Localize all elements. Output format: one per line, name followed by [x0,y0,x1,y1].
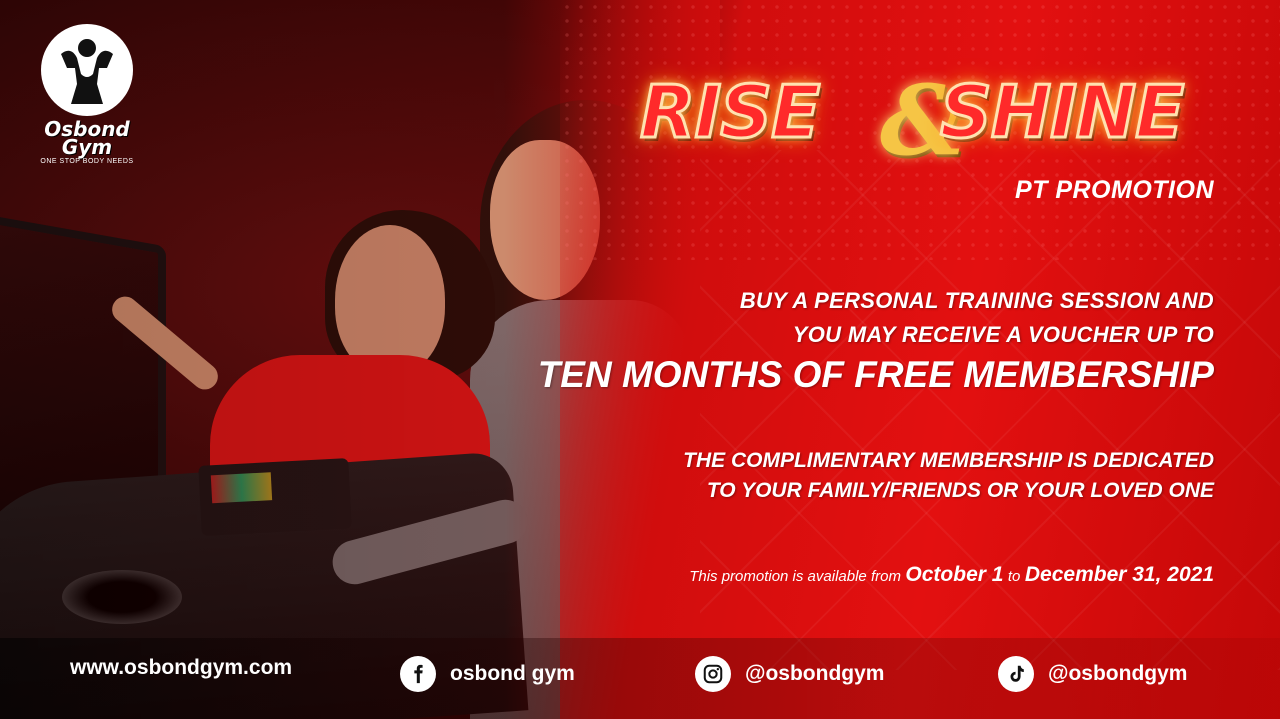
campaign-title: RISE & SHINE [638,64,1240,180]
offer-line-1: BUY A PERSONAL TRAINING SESSION AND [739,288,1214,313]
title-shine: SHINE [938,69,1185,156]
offer-line-5: TO YOUR FAMILY/FRIENDS OR YOUR LOVED ONE [706,479,1214,502]
brand-name: Osbond Gym [44,117,130,159]
facebook-icon [400,656,436,692]
promo-start: October 1 [905,563,1004,586]
offer-line-2: YOU MAY RECEIVE A VOUCHER UP TO [792,322,1214,347]
facebook-link[interactable]: osbond gym [400,656,575,692]
promo-end: December 31, 2021 [1024,563,1214,586]
promo-prefix: This promotion is available from [689,568,901,585]
instagram-handle: @osbondgym [745,662,885,685]
offer-highlight: TEN MONTHS OF FREE MEMBERSHIP [537,354,1214,395]
diamond-pattern [700,150,1280,670]
tiktok-link[interactable]: @osbondgym [998,656,1187,692]
instagram-icon [695,656,731,692]
website-link[interactable]: www.osbondgym.com [70,656,292,680]
promo-connector: to [1007,568,1021,585]
instagram-link[interactable]: @osbondgym [695,656,884,692]
promo-poster: Osbond Gym ONE STOP BODY NEEDS RISE & SH… [0,0,1280,719]
brand-logo: Osbond Gym ONE STOP BODY NEEDS [22,24,152,165]
brand-tagline: ONE STOP BODY NEEDS [40,158,134,165]
facebook-handle: osbond gym [450,662,575,685]
website-text: www.osbondgym.com [70,656,293,679]
promo-period: This promotion is available from October… [689,563,1214,587]
campaign-subtitle: PT PROMOTION [1014,176,1214,204]
tiktok-icon [998,656,1034,692]
tiktok-handle: @osbondgym [1048,662,1188,685]
gym-logo-emblem [41,24,133,116]
title-rise: RISE [638,69,821,156]
offer-line-4: THE COMPLIMENTARY MEMBERSHIP IS DEDICATE… [683,449,1214,472]
